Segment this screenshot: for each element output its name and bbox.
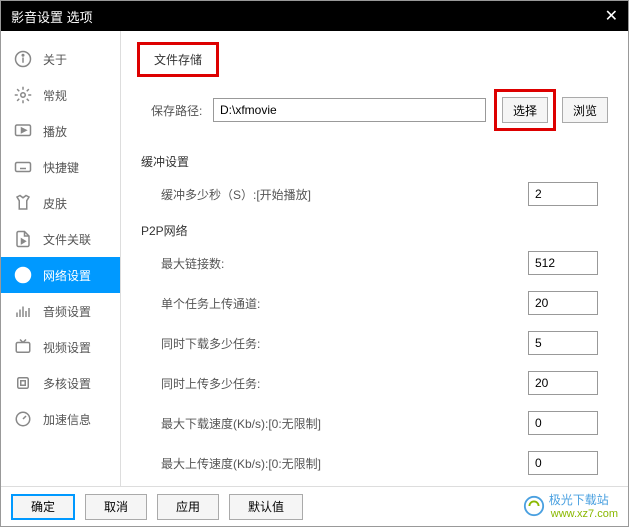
ok-button[interactable]: 确定 [11,494,75,520]
sidebar-item-skin[interactable]: 皮肤 [1,185,120,221]
cpu-icon [13,373,33,393]
maxup-input[interactable] [528,451,598,475]
default-button[interactable]: 默认值 [229,494,303,520]
sidebar-item-label: 关于 [43,51,67,68]
maxconn-label: 最大链接数: [161,255,224,272]
uptasks-label: 同时上传多少任务: [161,375,260,392]
watermark: 极光下载站 www.xz7.com [523,491,618,520]
downtasks-input[interactable] [528,331,598,355]
maxup-row: 最大上传速度(Kb/s):[0:无限制] [141,451,608,475]
sidebar-item-playback[interactable]: 播放 [1,113,120,149]
sidebar-item-label: 视频设置 [43,339,91,356]
sidebar-item-video[interactable]: 视频设置 [1,329,120,365]
select-button[interactable]: 选择 [502,97,548,123]
maxdown-label: 最大下载速度(Kb/s):[0:无限制] [161,415,321,432]
keyboard-icon [13,157,33,177]
sidebar-item-label: 网络设置 [43,267,91,284]
gear-icon [13,85,33,105]
maxdown-input[interactable] [528,411,598,435]
save-path-input[interactable] [213,98,486,122]
sidebar-item-about[interactable]: 关于 [1,41,120,77]
sidebar-item-accel[interactable]: 加速信息 [1,401,120,437]
save-path-label: 保存路径: [151,102,213,119]
settings-window: 影音设置 选项 ✕ 关于 常规 播放 [0,0,629,527]
window-title: 影音设置 选项 [11,7,93,26]
tv-icon [13,337,33,357]
apply-button[interactable]: 应用 [157,494,219,520]
watermark-url: www.xz7.com [551,508,618,520]
sidebar-item-label: 多核设置 [43,375,91,392]
watermark-logo-icon [523,495,545,517]
sidebar: 关于 常规 播放 快捷键 [1,31,121,486]
footer: 确定 取消 应用 默认值 极光下载站 www.xz7.com [1,486,628,526]
content-area: 关于 常规 播放 快捷键 [1,31,628,486]
sidebar-item-label: 常规 [43,87,67,104]
buffer-row: 缓冲多少秒（S）:[开始播放] [141,182,608,206]
sidebar-item-label: 音频设置 [43,303,91,320]
maxdown-row: 最大下载速度(Kb/s):[0:无限制] [141,411,608,435]
sidebar-item-label: 文件关联 [43,231,91,248]
sidebar-item-multicore[interactable]: 多核设置 [1,365,120,401]
buffer-input[interactable] [528,182,598,206]
sidebar-item-audio[interactable]: 音频设置 [1,293,120,329]
buffer-title: 缓冲设置 [141,153,608,170]
sidebar-item-general[interactable]: 常规 [1,77,120,113]
file-storage-section: 文件存储 保存路径: 选择 浏览 [141,46,608,131]
sidebar-item-fileassoc[interactable]: 文件关联 [1,221,120,257]
watermark-text: 极光下载站 www.xz7.com [549,491,618,520]
shirt-icon [13,193,33,213]
uploadchan-label: 单个任务上传通道: [161,295,260,312]
file-icon [13,229,33,249]
play-icon [13,121,33,141]
maxup-label: 最大上传速度(Kb/s):[0:无限制] [161,455,321,472]
close-icon[interactable]: ✕ [605,6,618,26]
save-path-row: 保存路径: 选择 浏览 [141,89,608,131]
file-storage-title: 文件存储 [137,42,219,77]
uploadchan-input[interactable] [528,291,598,315]
buffer-section: 缓冲设置 缓冲多少秒（S）:[开始播放] [141,153,608,206]
watermark-name: 极光下载站 [549,491,618,508]
sidebar-item-label: 快捷键 [43,159,79,176]
sidebar-item-network[interactable]: 网络设置 [1,257,120,293]
speed-icon [13,409,33,429]
p2p-section: P2P网络 最大链接数: 单个任务上传通道: 同时下载多少任务: 同时上传多少任… [141,222,608,475]
uploadchan-row: 单个任务上传通道: [141,291,608,315]
sidebar-item-label: 加速信息 [43,411,91,428]
titlebar: 影音设置 选项 ✕ [1,1,628,31]
uptasks-input[interactable] [528,371,598,395]
sidebar-item-label: 皮肤 [43,195,67,212]
cancel-button[interactable]: 取消 [85,494,147,520]
main-panel: 文件存储 保存路径: 选择 浏览 缓冲设置 缓冲多少秒（S）:[开始播放] [121,31,628,486]
select-button-highlight: 选择 [494,89,556,131]
info-icon [13,49,33,69]
buffer-label: 缓冲多少秒（S）:[开始播放] [161,186,311,203]
maxconn-input[interactable] [528,251,598,275]
sidebar-item-label: 播放 [43,123,67,140]
downtasks-label: 同时下载多少任务: [161,335,260,352]
uptasks-row: 同时上传多少任务: [141,371,608,395]
p2p-title: P2P网络 [141,222,608,239]
downtasks-row: 同时下载多少任务: [141,331,608,355]
globe-icon [13,265,33,285]
maxconn-row: 最大链接数: [141,251,608,275]
browse-button[interactable]: 浏览 [562,97,608,123]
audio-icon [13,301,33,321]
sidebar-item-hotkey[interactable]: 快捷键 [1,149,120,185]
